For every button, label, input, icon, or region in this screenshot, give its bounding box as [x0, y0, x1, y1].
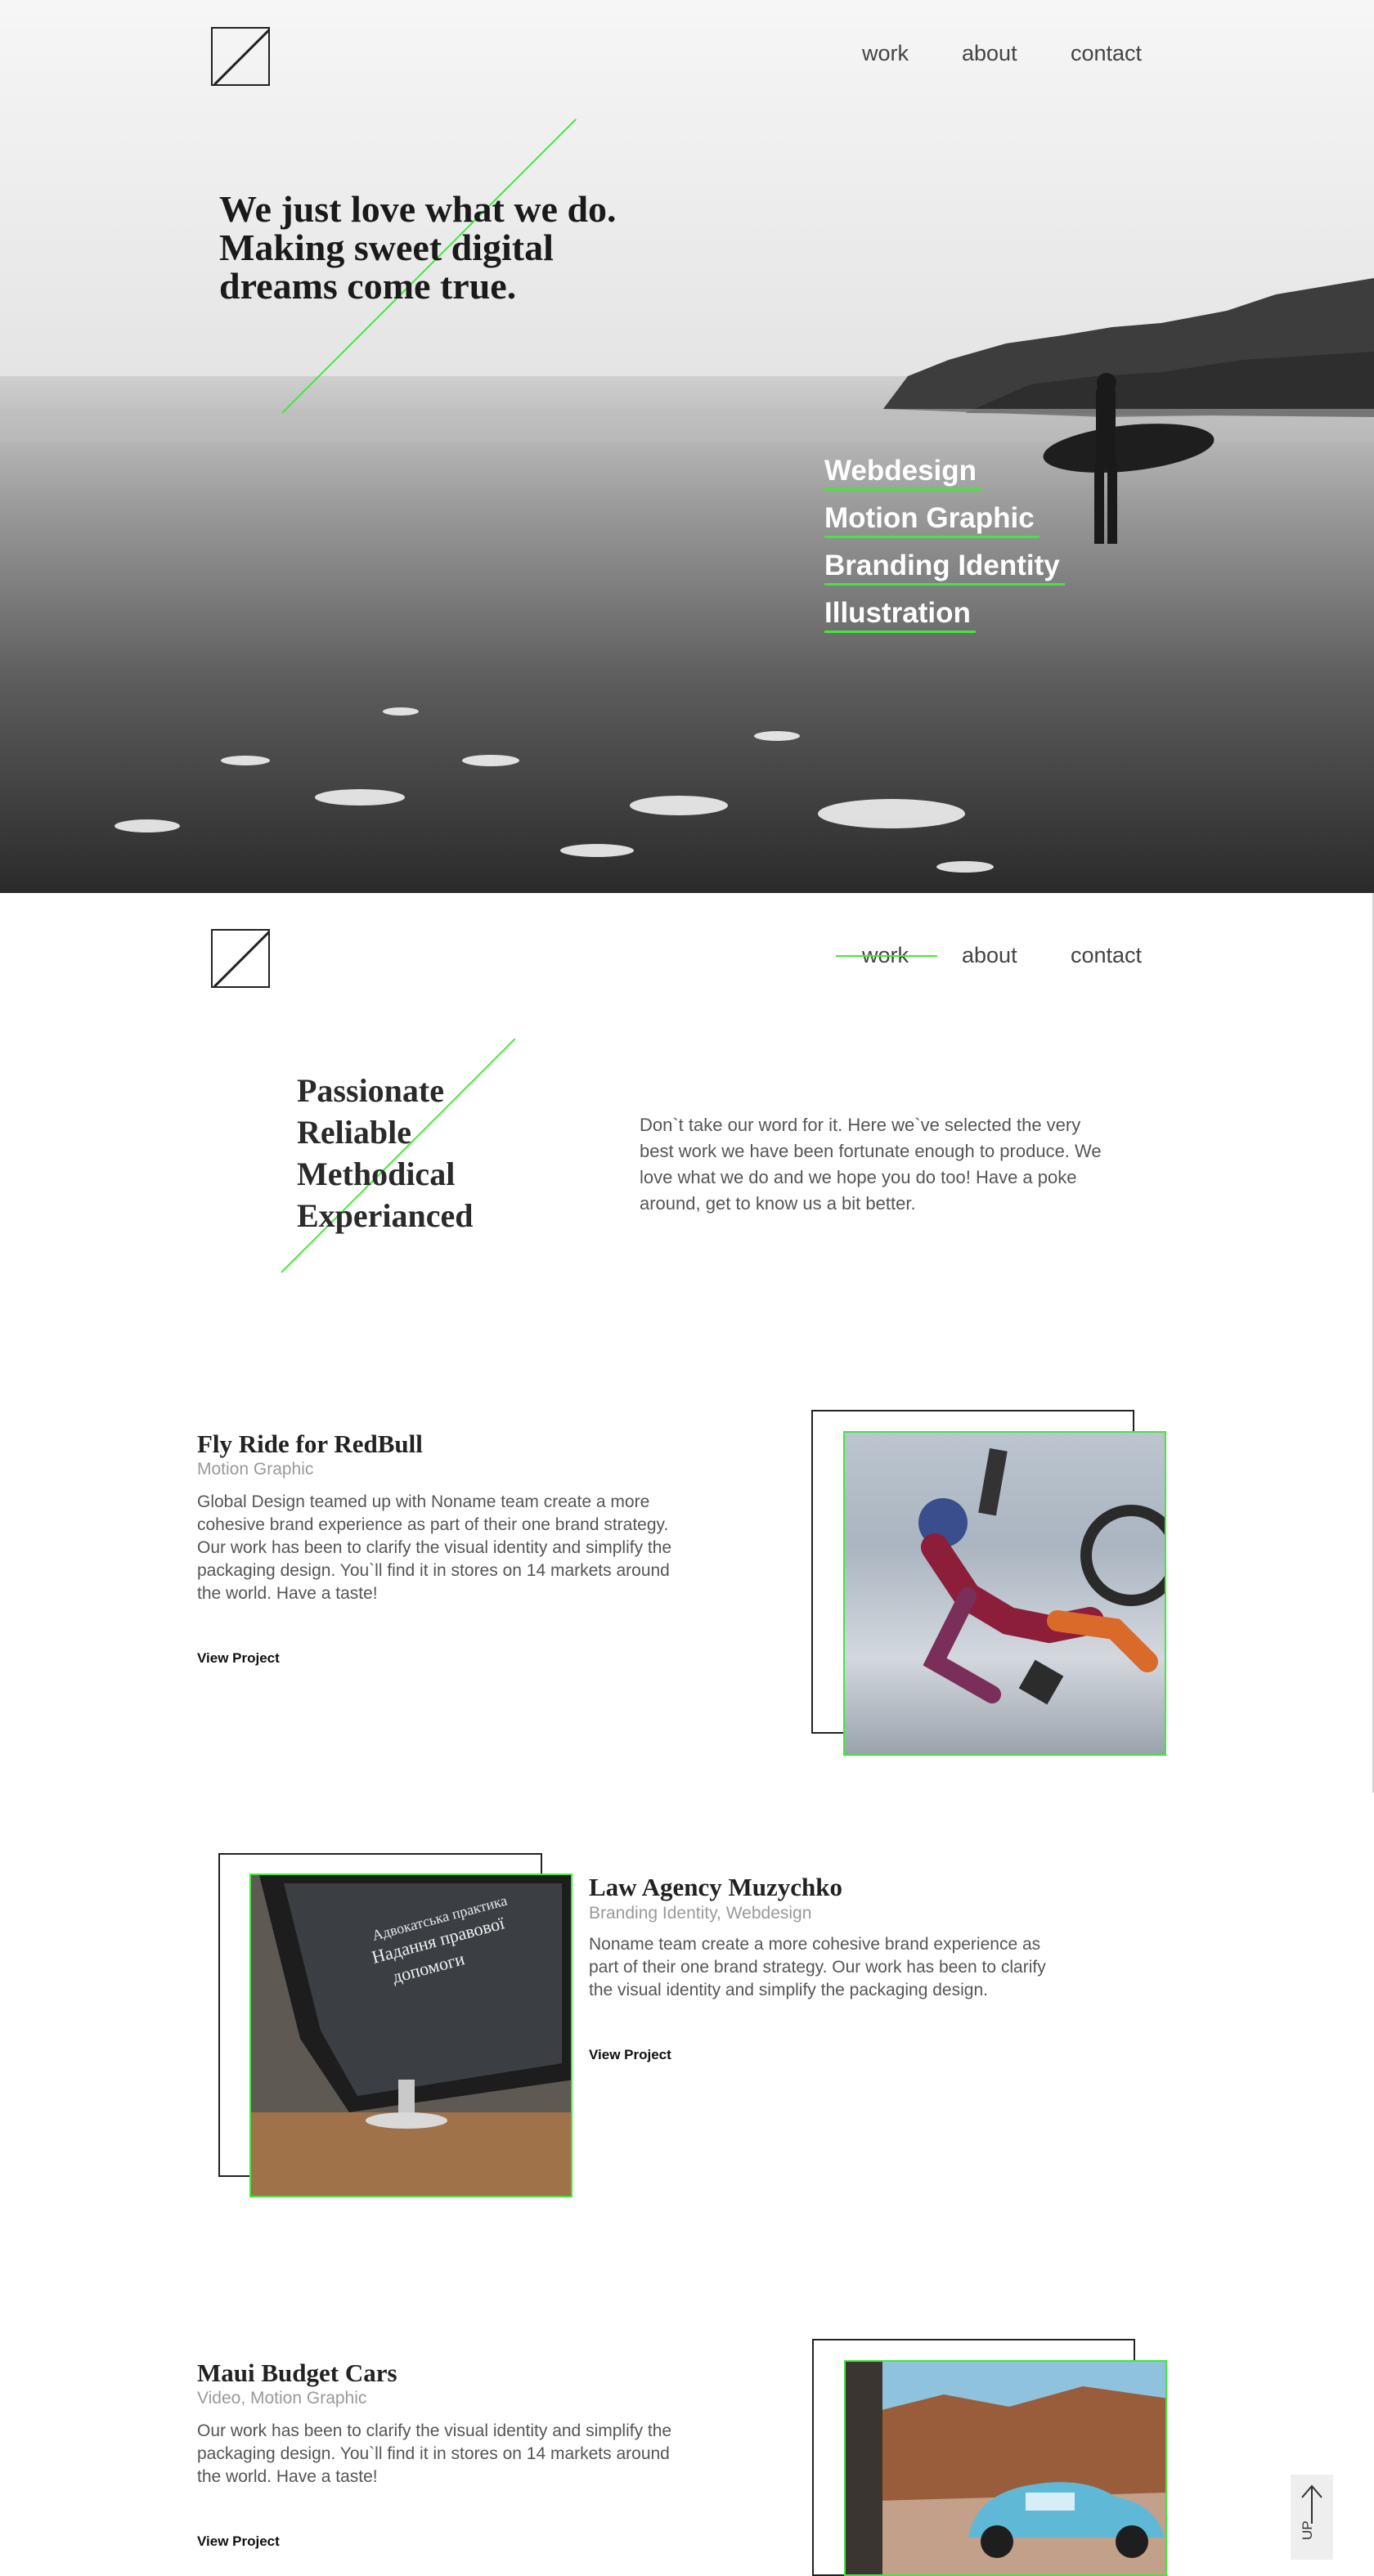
- service-webdesign-link[interactable]: Webdesign: [824, 451, 982, 499]
- tagline-line: Experianced: [297, 1197, 474, 1234]
- arrow-up-icon: [1301, 2484, 1322, 2524]
- project-image-redbull[interactable]: [843, 1431, 1166, 1756]
- service-illustration-link[interactable]: Illustration: [824, 594, 976, 641]
- beetle-car-photo: [846, 2362, 1165, 2574]
- service-motion-graphic-link[interactable]: Motion Graphic: [824, 499, 1039, 546]
- scroll-up-button[interactable]: [1291, 2475, 1333, 2560]
- nav-contact-link[interactable]: contact: [1071, 41, 1142, 66]
- nav-about-link[interactable]: about: [962, 943, 1017, 968]
- project-category: Branding Identity, Webdesign: [589, 1904, 812, 1923]
- tagline-line: Reliable: [297, 1114, 411, 1151]
- tagline-line: Passionate: [297, 1072, 444, 1109]
- hero-title: We just love what we do. Making sweet di…: [219, 190, 677, 305]
- hero-title-line: Making sweet digital: [219, 227, 554, 268]
- tagline: Passionate Reliable Methodical Experianc…: [297, 1070, 474, 1236]
- nav-contact-link[interactable]: contact: [1071, 943, 1142, 968]
- logo[interactable]: [211, 929, 270, 988]
- service-branding-identity-link[interactable]: Branding Identity: [824, 546, 1065, 594]
- project-category: Motion Graphic: [197, 1460, 314, 1479]
- nav-about-link[interactable]: about: [962, 41, 1017, 66]
- monitor-desk-photo: Адвокатська практика Надання правової до…: [251, 1875, 571, 2196]
- nav-active-underline: [836, 955, 937, 957]
- project-image-maui-cars[interactable]: [844, 2360, 1167, 2576]
- project-title: Law Agency Muzychko: [589, 1873, 842, 1901]
- scroll-up-label: UP: [1300, 2520, 1315, 2540]
- tagline-line: Methodical: [297, 1156, 456, 1192]
- logo[interactable]: [211, 27, 270, 86]
- project-image-law-agency[interactable]: Адвокатська практика Надання правової до…: [249, 1874, 572, 2197]
- project-title: Fly Ride for RedBull: [197, 1429, 423, 1458]
- project-description: Our work has been to clarify the visual …: [197, 2421, 672, 2486]
- hero-title-line: We just love what we do.: [219, 188, 617, 230]
- services-list: Webdesign Motion Graphic Branding Identi…: [824, 451, 1065, 641]
- project-description: Noname team create a more cohesive brand…: [589, 1935, 1046, 1999]
- view-project-link[interactable]: View Project: [197, 2533, 280, 2550]
- hero-background-photo: [0, 0, 1374, 893]
- hero-section: work about contact We just love what we …: [0, 0, 1374, 893]
- motocross-rider-illustration: [918, 1447, 1165, 1705]
- nav-work-link[interactable]: work: [862, 41, 909, 66]
- project-title: Maui Budget Cars: [197, 2358, 397, 2387]
- view-project-link[interactable]: View Project: [197, 1650, 280, 1667]
- intro-paragraph: Don`t take our word for it. Here we`ve s…: [640, 1115, 1102, 1214]
- view-project-link[interactable]: View Project: [589, 2047, 671, 2063]
- project-description: Global Design teamed up with Noname team…: [197, 1492, 672, 1603]
- project-category: Video, Motion Graphic: [197, 2389, 367, 2408]
- hero-title-line: dreams come true.: [219, 265, 517, 307]
